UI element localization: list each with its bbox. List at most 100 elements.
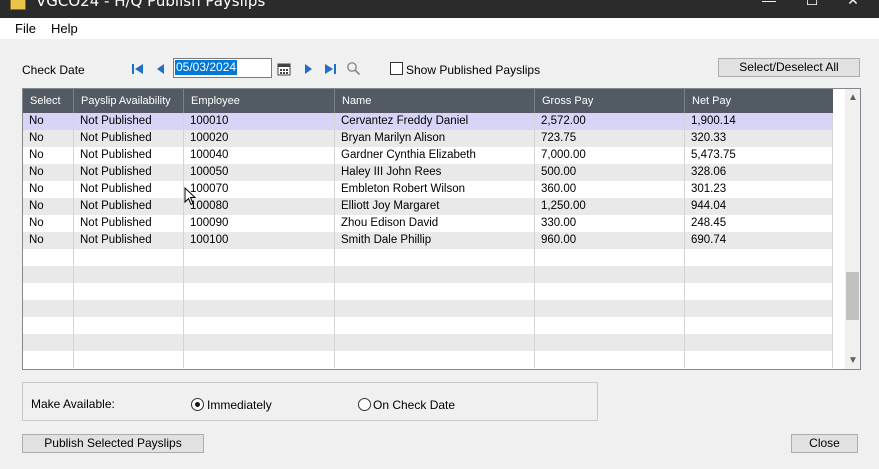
column-header-employee[interactable]: Employee [184,89,335,113]
cell-employee[interactable]: 100040 [184,147,335,164]
cell-gross-pay[interactable] [535,249,685,266]
cell-select[interactable] [23,317,74,334]
cell-select[interactable]: No [23,181,74,198]
cell-net-pay[interactable]: 328.06 [685,164,833,181]
cell-select[interactable]: No [23,198,74,215]
cell-availability[interactable] [74,300,184,317]
table-row[interactable]: No Not Published 100020 Bryan Marilyn Aliso… [23,130,833,147]
cell-gross-pay[interactable] [535,266,685,283]
cell-name[interactable]: Zhou Edison David [335,215,535,232]
radio-on-check-date-label[interactable]: On Check Date [373,398,455,412]
cell-gross-pay[interactable]: 723.75 [535,130,685,147]
cell-employee[interactable] [184,266,335,283]
cell-availability[interactable] [74,317,184,334]
cell-select[interactable]: No [23,113,74,130]
cell-net-pay[interactable]: 320.33 [685,130,833,147]
minimize-button[interactable]: — [754,0,784,10]
cell-employee[interactable]: 100010 [184,113,335,130]
cell-gross-pay[interactable]: 2,572.00 [535,113,685,130]
empty-table-row[interactable] [23,300,833,317]
column-header-select[interactable]: Select [23,89,74,113]
cell-name[interactable]: Elliott Joy Margaret [335,198,535,215]
cell-net-pay[interactable] [685,266,833,283]
cell-net-pay[interactable]: 301.23 [685,181,833,198]
cell-availability[interactable]: Not Published [74,164,184,181]
cell-select[interactable] [23,300,74,317]
cell-availability[interactable] [74,283,184,300]
check-date-input[interactable]: 05/03/2024 [173,58,272,78]
cell-name[interactable]: Haley III John Rees [335,164,535,181]
column-header-gross-pay[interactable]: Gross Pay [535,89,685,113]
scrollbar-thumb[interactable] [846,272,859,320]
empty-table-row[interactable] [23,283,833,300]
search-icon[interactable] [346,61,361,76]
cell-gross-pay[interactable] [535,283,685,300]
next-record-icon[interactable] [301,62,315,76]
menu-file[interactable]: File [15,21,36,36]
publish-selected-button[interactable]: Publish Selected Payslips [22,434,204,453]
cell-gross-pay[interactable]: 7,000.00 [535,147,685,164]
cell-gross-pay[interactable] [535,351,685,368]
cell-availability[interactable] [74,334,184,351]
radio-immediately-label[interactable]: Immediately [207,398,272,412]
cell-availability[interactable] [74,351,184,368]
empty-table-row[interactable] [23,351,833,368]
table-row[interactable]: No Not Published 100070 Embleton Robert Wil… [23,181,833,198]
table-row[interactable]: No Not Published 100080 Elliott Joy Margare… [23,198,833,215]
empty-table-row[interactable] [23,249,833,266]
cell-select[interactable]: No [23,215,74,232]
cell-name[interactable] [335,317,535,334]
select-deselect-all-button[interactable]: Select/Deselect All [718,58,860,77]
scroll-down-icon[interactable]: ▼ [845,353,860,369]
cell-net-pay[interactable]: 944.04 [685,198,833,215]
cell-gross-pay[interactable]: 330.00 [535,215,685,232]
radio-on-check-date[interactable] [358,398,371,411]
cell-gross-pay[interactable]: 360.00 [535,181,685,198]
empty-table-row[interactable] [23,266,833,283]
cell-availability[interactable]: Not Published [74,232,184,249]
cell-select[interactable] [23,334,74,351]
cell-gross-pay[interactable] [535,300,685,317]
cell-employee[interactable]: 100080 [184,198,335,215]
cell-net-pay[interactable]: 5,473.75 [685,147,833,164]
table-row[interactable]: No Not Published 100100 Smith Dale Phillip 9… [23,232,833,249]
cell-employee[interactable]: 100070 [184,181,335,198]
scroll-up-icon[interactable]: ▲ [845,90,860,106]
cell-gross-pay[interactable] [535,334,685,351]
cell-availability[interactable]: Not Published [74,130,184,147]
cell-name[interactable]: Gardner Cynthia Elizabeth [335,147,535,164]
close-button[interactable]: Close [791,434,858,453]
cell-name[interactable] [335,249,535,266]
cell-net-pay[interactable] [685,249,833,266]
cell-net-pay[interactable] [685,283,833,300]
cell-availability[interactable] [74,249,184,266]
cell-employee[interactable] [184,334,335,351]
cell-employee[interactable] [184,249,335,266]
first-record-icon[interactable] [131,62,145,76]
cell-employee[interactable] [184,283,335,300]
cell-name[interactable] [335,334,535,351]
cell-employee[interactable]: 100100 [184,232,335,249]
cell-net-pay[interactable]: 248.45 [685,215,833,232]
cell-select[interactable]: No [23,232,74,249]
table-row[interactable]: No Not Published 100040 Gardner Cynthia Eli… [23,147,833,164]
menu-help[interactable]: Help [51,21,78,36]
cell-employee[interactable]: 100090 [184,215,335,232]
close-window-button[interactable]: ✕ [838,0,868,10]
radio-immediately[interactable] [191,398,204,411]
cell-availability[interactable]: Not Published [74,215,184,232]
cell-employee[interactable] [184,351,335,368]
cell-name[interactable] [335,283,535,300]
table-row[interactable]: No Not Published 100050 Haley III John Rees… [23,164,833,181]
cell-employee[interactable]: 100050 [184,164,335,181]
empty-table-row[interactable] [23,317,833,334]
cell-name[interactable]: Embleton Robert Wilson [335,181,535,198]
cell-availability[interactable]: Not Published [74,147,184,164]
cell-name[interactable]: Bryan Marilyn Alison [335,130,535,147]
cell-availability[interactable]: Not Published [74,113,184,130]
cell-select[interactable]: No [23,147,74,164]
cell-gross-pay[interactable]: 960.00 [535,232,685,249]
cell-select[interactable]: No [23,164,74,181]
cell-name[interactable] [335,351,535,368]
cell-select[interactable] [23,351,74,368]
